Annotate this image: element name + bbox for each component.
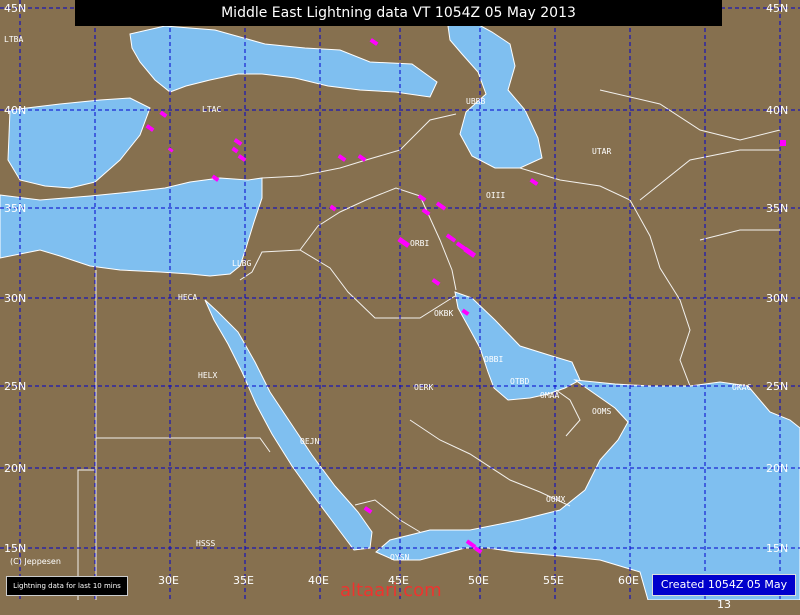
station-oejn: OEJN: [300, 437, 319, 446]
lon-label-30: 30E: [158, 574, 179, 587]
created-timestamp: Created 1054Z 05 May 13: [652, 574, 796, 611]
lon-label-50: 50E: [468, 574, 489, 587]
station-hsss: HSSS: [196, 539, 215, 548]
station-oomx: OOMX: [546, 495, 565, 504]
station-orbi: ORBI: [410, 239, 429, 248]
lon-label-60: 60E: [618, 574, 639, 587]
watermark-text: altaari.com: [340, 580, 442, 601]
station-oiii: OIII: [486, 191, 505, 200]
lat-label-30-left: 30N: [4, 292, 26, 305]
lat-label-30-right: 30N: [766, 292, 788, 305]
lon-label-55: 55E: [543, 574, 564, 587]
lat-label-25-left: 25N: [4, 380, 26, 393]
station-ltba: LTBA: [4, 35, 23, 44]
lat-label-20-left: 20N: [4, 462, 26, 475]
strike-22: [780, 140, 786, 146]
lightning-legend: Lightning data for last 10 mins: [6, 576, 128, 596]
station-utar: UTAR: [592, 147, 611, 156]
station-llbg: LLBG: [232, 259, 251, 268]
station-okbk: OKBK: [434, 309, 453, 318]
station-okac: OKAC: [732, 383, 751, 392]
map-title: Middle East Lightning data VT 1054Z 05 M…: [75, 0, 722, 26]
station-ubbb: UBBB: [466, 97, 485, 106]
lightning-map: 45N 40N 35N 30N 25N 20N 15N 45N 40N 35N …: [0, 0, 800, 600]
station-obbi: OBBI: [484, 355, 503, 364]
station-ooms: OOMS: [592, 407, 611, 416]
station-helx: HELX: [198, 371, 217, 380]
lat-label-45-right: 45N: [766, 2, 788, 15]
lat-label-45-left: 45N: [4, 2, 26, 15]
station-oerk: OERK: [414, 383, 433, 392]
lat-label-40-left: 40N: [4, 104, 26, 117]
lat-label-40-right: 40N: [766, 104, 788, 117]
lat-label-35-left: 35N: [4, 202, 26, 215]
station-otbd: OTBD: [510, 377, 529, 386]
station-heca: HECA: [178, 293, 197, 302]
lon-label-40: 40E: [308, 574, 329, 587]
lat-label-35-right: 35N: [766, 202, 788, 215]
lat-label-15-left: 15N: [4, 542, 26, 555]
lon-label-35: 35E: [233, 574, 254, 587]
copyright-text: (C) Jeppesen: [10, 557, 61, 566]
lat-label-15-right: 15N: [766, 542, 788, 555]
station-ltac: LTAC: [202, 105, 221, 114]
lat-label-25-right: 25N: [766, 380, 788, 393]
station-omaa: OMAA: [540, 391, 559, 400]
station-oysn: OYSN: [390, 553, 409, 562]
lat-label-20-right: 20N: [766, 462, 788, 475]
